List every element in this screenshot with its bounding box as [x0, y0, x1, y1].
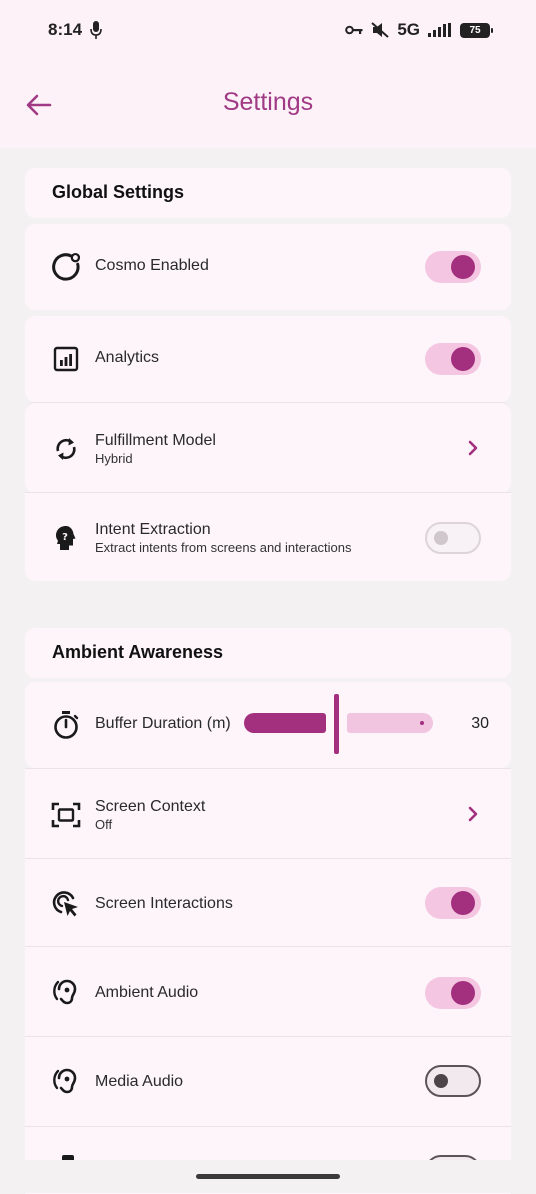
media-audio-row[interactable]: Media Audio [25, 1036, 511, 1127]
toggle-knob [451, 891, 475, 915]
slider-stop-dot [420, 721, 424, 725]
vpn-key-icon [345, 25, 363, 35]
row-subtitle: Off [95, 817, 113, 832]
slider-value: 30 [471, 715, 489, 732]
signal-icon [428, 23, 451, 37]
global-settings-header: Global Settings [25, 168, 511, 218]
toggle-knob [434, 1074, 448, 1088]
buffer-duration-row: Buffer Duration (m) 30 [25, 682, 511, 768]
slider-active-track[interactable] [244, 713, 326, 733]
sync-icon [51, 434, 81, 464]
intent-extraction-row[interactable]: ? Intent Extraction Extract intents from… [25, 492, 511, 581]
ear-icon [51, 1067, 81, 1097]
row-subtitle: Hybrid [95, 451, 133, 466]
page-title: Settings [222, 88, 314, 116]
ambient-audio-row[interactable]: Ambient Audio [25, 946, 511, 1037]
ambient-audio-toggle[interactable] [425, 977, 481, 1009]
battery-level: 75 [469, 24, 481, 36]
screen-context-row[interactable]: Screen Context Off [25, 768, 511, 859]
row-label: Cosmo Enabled [95, 257, 209, 274]
row-subtitle: Extract intents from screens and interac… [95, 540, 352, 555]
analytics-icon [51, 344, 81, 374]
section-title: Ambient Awareness [52, 642, 224, 662]
screenshot-frame-icon [51, 800, 81, 830]
row-label: Buffer Duration (m) [95, 715, 231, 732]
chevron-right-icon [468, 440, 478, 456]
cosmo-enabled-toggle[interactable] [425, 251, 481, 283]
row-label: Screen Interactions [95, 895, 233, 912]
app-bar: Settings [0, 62, 536, 148]
analytics-toggle[interactable] [425, 343, 481, 375]
mic-icon [90, 21, 102, 39]
intent-extraction-toggle[interactable] [425, 522, 481, 554]
home-indicator[interactable] [196, 1174, 340, 1179]
ear-icon [51, 978, 81, 1008]
section-title: Global Settings [52, 182, 185, 202]
row-label: Fulfillment Model [95, 432, 216, 449]
cosmo-enabled-row[interactable]: Cosmo Enabled [25, 224, 511, 310]
svg-text:?: ? [62, 532, 68, 543]
touch-cursor-icon [51, 889, 81, 919]
network-type: 5G [397, 20, 420, 39]
fulfillment-model-row[interactable]: Fulfillment Model Hybrid [25, 402, 511, 493]
row-label: Media Audio [95, 1073, 184, 1090]
row-label: Ambient Audio [95, 984, 199, 1001]
status-bar: 8:14 5G 75 [0, 0, 536, 62]
timer-icon [51, 710, 81, 740]
slider-handle[interactable] [334, 694, 339, 754]
row-label: Analytics [95, 349, 160, 366]
analytics-row[interactable]: Analytics [25, 316, 511, 402]
toggle-knob [434, 531, 448, 545]
battery-icon: 75 [460, 22, 493, 38]
psychology-icon: ? [51, 523, 81, 553]
toggle-knob [451, 255, 475, 279]
media-audio-toggle[interactable] [425, 1065, 481, 1097]
row-label: Intent Extraction [95, 521, 211, 538]
mute-icon [371, 22, 389, 38]
screen-interactions-row[interactable]: Screen Interactions [25, 858, 511, 947]
cosmo-icon [51, 252, 81, 282]
ambient-awareness-header: Ambient Awareness [25, 628, 511, 678]
status-time: 8:14 [48, 20, 83, 39]
chevron-right-icon [468, 806, 478, 822]
row-label: Screen Context [95, 798, 206, 815]
screen-interactions-toggle[interactable] [425, 887, 481, 919]
toggle-knob [451, 347, 475, 371]
toggle-knob [451, 981, 475, 1005]
